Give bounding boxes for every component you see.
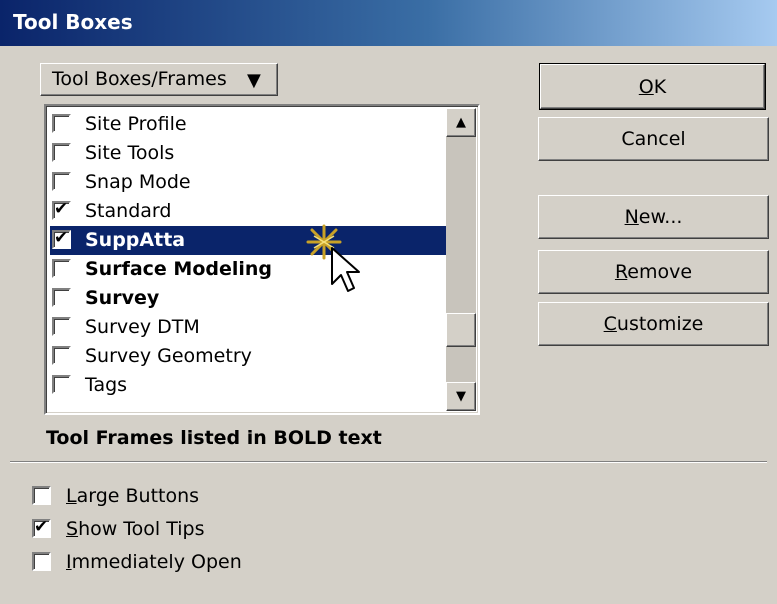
list-item-label: Survey Geometry [85, 345, 252, 367]
ok-button[interactable]: OK [539, 63, 766, 110]
option-label-rest: arge Buttons [76, 485, 200, 507]
check-icon: ✔ [54, 199, 69, 219]
list-item-checkbox[interactable] [52, 346, 71, 365]
option-label: Immediately Open [66, 551, 242, 573]
list-item[interactable]: Survey Geometry [50, 342, 448, 371]
scroll-down-button[interactable]: ▼ [446, 382, 476, 411]
list-item[interactable]: Snap Mode [50, 168, 448, 197]
list-item-label: Survey DTM [85, 316, 200, 338]
option-mnemonic: L [66, 485, 77, 507]
large-buttons-checkbox[interactable]: Large Buttons [32, 484, 292, 510]
remove-label: emove [627, 261, 693, 283]
tool-boxes-dialog: Tool Boxes Tool Boxes/Frames ▼ Site Prof… [0, 0, 777, 604]
toolboxes-frames-dropdown[interactable]: Tool Boxes/Frames ▼ [40, 63, 278, 96]
cancel-label: Cancel [621, 128, 686, 150]
list-scrollbar[interactable]: ▲ ▼ [446, 108, 476, 411]
option-label-rest: mmediately Open [71, 551, 242, 573]
ok-label: K [653, 76, 667, 98]
list-item[interactable]: Tags [50, 371, 448, 400]
list-item-label: Site Profile [85, 113, 187, 135]
list-item[interactable]: ✔ Standard [50, 197, 448, 226]
list-item[interactable]: Site Tools [50, 139, 448, 168]
customize-label: ustomize [616, 313, 704, 335]
list-item-label: Survey [85, 287, 160, 309]
list-item-label: Standard [85, 200, 172, 222]
remove-mnemonic: R [614, 261, 628, 283]
new-button[interactable]: New... [538, 195, 769, 239]
list-item[interactable]: Site Profile [50, 110, 448, 139]
option-checkbox-box[interactable] [32, 552, 51, 571]
option-mnemonic: S [66, 518, 79, 540]
scroll-thumb[interactable] [446, 313, 476, 347]
list-item[interactable]: Surface Modeling [50, 255, 448, 284]
show-tool-tips-checkbox[interactable]: ✔ Show Tool Tips [32, 517, 292, 543]
option-checkbox-box[interactable] [32, 486, 51, 505]
dropdown-label: Tool Boxes/Frames [52, 68, 227, 90]
list-item-checkbox[interactable] [52, 259, 71, 278]
check-icon: ✔ [34, 517, 49, 537]
ok-mnemonic: O [638, 76, 654, 98]
bold-note: Tool Frames listed in BOLD text [46, 427, 382, 449]
list-item-checkbox[interactable] [52, 172, 71, 191]
dropdown-arrow-icon: ▼ [247, 70, 261, 91]
list-item-checkbox[interactable]: ✔ [52, 199, 71, 220]
list-item[interactable]: ✔ SuppAtta [50, 226, 448, 255]
remove-button[interactable]: Remove [538, 250, 769, 294]
list-item-label: Site Tools [85, 142, 175, 164]
new-label: ew... [638, 206, 683, 228]
cursor-click-icon [306, 224, 360, 292]
list-item-label: SuppAtta [85, 229, 186, 251]
list-item-checkbox[interactable] [52, 114, 71, 133]
scroll-up-button[interactable]: ▲ [446, 108, 476, 137]
list-item-checkbox[interactable]: ✔ [52, 228, 71, 249]
list-item[interactable]: Survey DTM [50, 313, 448, 342]
list-item-label: Tags [85, 374, 128, 396]
window-title: Tool Boxes [13, 10, 133, 34]
new-mnemonic: N [624, 206, 639, 228]
list-item-checkbox[interactable] [52, 143, 71, 162]
list-item-checkbox[interactable] [52, 375, 71, 394]
list-item[interactable]: Survey [50, 284, 448, 313]
immediately-open-checkbox[interactable]: Immediately Open [32, 550, 292, 576]
cancel-button[interactable]: Cancel [538, 117, 769, 161]
option-checkbox-box[interactable]: ✔ [32, 517, 51, 538]
list-item-label: Surface Modeling [85, 258, 273, 280]
separator [10, 461, 767, 463]
customize-mnemonic: C [603, 313, 617, 335]
list-item-checkbox[interactable] [52, 288, 71, 307]
customize-button[interactable]: Customize [538, 302, 769, 346]
option-label-rest: how Tool Tips [78, 518, 205, 540]
check-icon: ✔ [54, 228, 69, 248]
option-label: Show Tool Tips [66, 518, 205, 540]
option-label: Large Buttons [66, 485, 199, 507]
list-item-checkbox[interactable] [52, 317, 71, 336]
title-bar[interactable]: Tool Boxes [0, 0, 777, 46]
list-item-label: Snap Mode [85, 171, 191, 193]
toolbox-list[interactable]: Site Profile Site Tools Snap Mode ✔ Standard… [44, 104, 480, 415]
